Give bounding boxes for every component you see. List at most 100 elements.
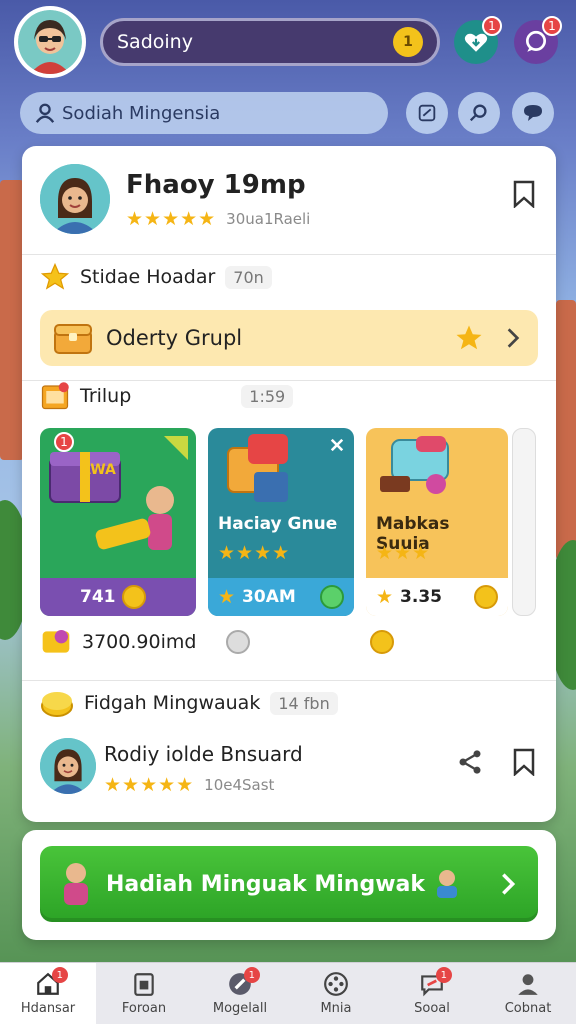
section-tag-3: 14 fbn [270,691,338,715]
edit-button[interactable] [406,92,448,134]
reward-tile-1[interactable]: AWA 741 1 [40,428,196,616]
film-reel-icon [324,972,348,996]
main-card: Fhaoy 19mp ★★★★★ 30ua1Raeli Stidae Hoada… [22,146,556,822]
nav-home[interactable]: Hdansar 1 [0,963,96,1024]
coin-button[interactable]: 1 [393,27,423,57]
likes-badge: 1 [482,16,502,36]
reward-tile-4-partial[interactable] [512,428,536,616]
coin-icon [370,630,395,654]
search-text: Sadoiny [117,31,193,53]
divider [22,254,556,255]
weekly-reward-label: Hadiah Minguak Mingwak [106,871,425,897]
star-icon: ★ [218,586,237,608]
nav-media[interactable]: Mnia [288,963,384,1024]
user-avatar[interactable] [14,6,86,78]
coin-icon [474,585,498,609]
profile-avatar [40,164,110,234]
nav-game[interactable]: Mogelall 1 [192,963,288,1024]
nav-home-badge: 1 [51,967,68,983]
section-header-1: Stidae Hoadar 70n [40,262,272,292]
bookmark-icon[interactable] [512,180,536,208]
reward-tile-3[interactable]: Mabkas Suuia ★★★ ★ 3.35 [366,428,508,616]
section-title-1: Stidae Hoadar [80,266,216,288]
nav-social-badge: 1 [435,967,452,983]
balance-value: 3700.90imd [82,631,197,653]
search-bar[interactable]: Sadoiny 1 [100,18,440,66]
coin-icon [121,585,146,609]
close-icon[interactable] [328,436,346,454]
star-icon [40,262,70,290]
section-header-3: Fidgah Mingwauak 14 fbn [40,688,338,718]
share-icon[interactable] [456,748,484,776]
calendar-icon [41,382,69,410]
clipboard-icon [134,973,154,996]
nav-forum[interactable]: Foroan [96,963,192,1024]
nav-game-badge: 1 [243,967,260,983]
balance-row: 3700.90imd [40,626,395,658]
gift-icon [380,436,449,494]
nav-contact-label: Cobnat [504,1001,552,1016]
token-icon [226,630,251,654]
reward-tile-1-stamp: AWA [80,462,116,478]
cta-card: Hadiah Minguak Mingwak [22,830,556,940]
profile-row-2[interactable]: Rodiy iolde Bnsuard ★★★★★ 10e4Sast [40,738,540,814]
nav-home-label: Hdansar [20,1001,76,1016]
section-header-2: Trilup 1:59 [40,380,294,412]
reward-tile-3-footer: ★ 3.35 [366,578,508,616]
weekly-reward-button[interactable]: Hadiah Minguak Mingwak [40,846,538,922]
chevron-right-icon [502,873,516,895]
profile-rating-text: 30ua1Raeli [226,210,311,228]
reward-tile-3-value: 3.35 [400,587,442,607]
rating-stars-icon: ★★★★★ [126,208,217,230]
character-small-icon [437,870,457,898]
section-tag-2: 1:59 [241,384,294,408]
group-label: Oderty Grupl [106,326,243,350]
profile-name: Fhaoy 19mp [126,170,306,200]
message-button[interactable] [512,92,554,134]
medal-icon [456,325,482,350]
edit-icon [418,104,436,122]
chat-badge: 1 [542,16,562,36]
coin-icon: 1 [403,34,413,50]
profile-search-label: Sodiah Mingensia [62,102,221,124]
candy-icon [42,630,70,653]
section-title-2: Trilup [80,385,132,407]
nav-social[interactable]: Sooal 1 [384,963,480,1024]
reward-tile-2[interactable]: Haciay Gnue ★★★★ ★ 30AM [208,428,354,616]
divider [22,680,556,681]
nav-social-label: Sooal [414,1001,450,1016]
profile-2-name: Rodiy iolde Bnsuard [104,742,303,766]
chevron-right-icon [507,328,520,348]
background-building-left [0,180,24,460]
nav-game-label: Mogelall [212,1001,268,1016]
profile-2-rating-text: 10e4Sast [204,776,275,794]
nav-contact[interactable]: Cobnat [480,963,576,1024]
bookmark-icon[interactable] [512,748,536,776]
group-bar[interactable]: Oderty Grupl [40,310,538,366]
nav-media-label: Mnia [320,1001,352,1016]
profile-2-avatar [40,738,96,794]
treasure-chest-icon [54,324,92,354]
profile-rating: ★★★★★ 30ua1Raeli [126,208,310,230]
search-button[interactable] [458,92,500,134]
profile-search-bar[interactable]: Sodiah Mingensia [20,92,388,134]
coin-icon [320,585,344,609]
reward-tile-2-value: 30AM [242,587,296,607]
reward-tile-1-value: 741 [80,587,116,607]
rating-stars-icon: ★★★★★ [104,774,195,796]
background-building-right [556,300,576,560]
profile-icon [518,974,538,995]
likes-button[interactable]: 1 [454,16,502,64]
search-icon [469,104,487,122]
nav-forum-label: Foroan [121,1001,167,1016]
reward-tile-2-title: Haciay Gnue [218,514,338,534]
profile-row[interactable]: Fhaoy 19mp ★★★★★ 30ua1Raeli [40,164,540,240]
reward-tile-2-stars-icon: ★★★★ [218,542,291,564]
reward-tile-2-footer: ★ 30AM [208,578,354,616]
coins-icon [41,692,73,717]
section-tag-1: 70n [225,265,272,289]
chat-button[interactable]: 1 [514,16,562,64]
top-bar: Sadoiny 1 1 1 [0,0,576,90]
reward-tile-3-stars-icon: ★★★ [376,542,431,564]
character-icon [64,863,88,905]
